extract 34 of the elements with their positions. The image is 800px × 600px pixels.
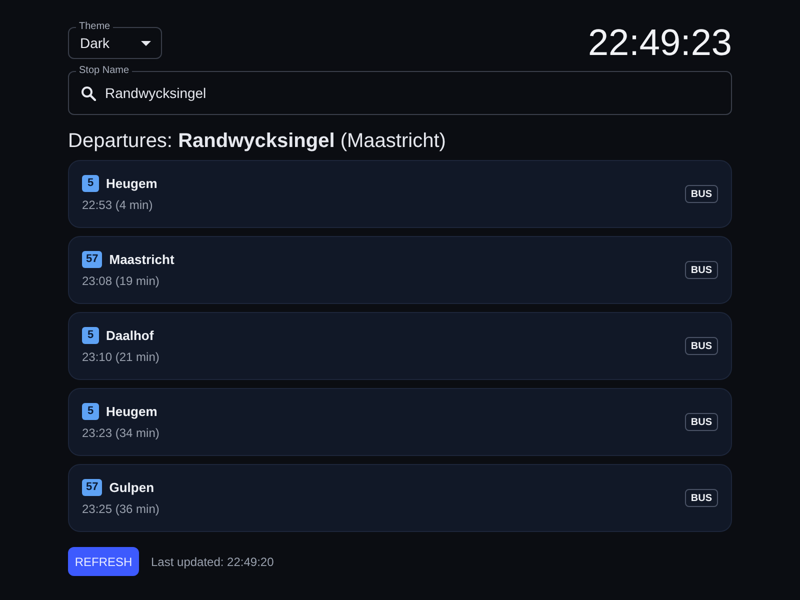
destination: Heugem <box>106 402 158 421</box>
caret-icon <box>141 40 151 46</box>
refresh-button[interactable]: REFRESH <box>68 547 139 576</box>
route-badge: 5 <box>82 327 99 344</box>
departures-heading: Departures: Randwycksingel (Maastricht) <box>68 129 447 154</box>
stop-name-label: Stop Name <box>76 64 132 78</box>
departure-card[interactable]: 57 Maastricht 23:08 (19 min) BUS <box>68 236 732 304</box>
destination: Daalhof <box>106 326 154 345</box>
departure-card[interactable]: 5 Daalhof 23:10 (21 min) BUS <box>68 312 732 380</box>
theme-value: Dark <box>80 34 110 52</box>
destination: Gulpen <box>109 478 154 497</box>
mode-tag: BUS <box>684 185 718 203</box>
departure-time: 22:53 (4 min) <box>82 197 154 214</box>
stop-name-value: Randwycksingel <box>105 84 206 103</box>
last-updated: Last updated: 22:49:20 <box>151 554 274 570</box>
mode-tag: BUS <box>684 337 718 355</box>
search-icon <box>81 86 96 100</box>
route-badge: 57 <box>82 479 102 496</box>
departure-time: 23:08 (19 min) <box>82 273 160 290</box>
departure-card[interactable]: 5 Heugem 22:53 (4 min) BUS <box>68 160 732 228</box>
departure-time: 23:23 (34 min) <box>82 425 160 442</box>
departure-card[interactable]: 5 Heugem 23:23 (34 min) BUS <box>68 388 732 456</box>
departure-time: 23:25 (36 min) <box>82 501 160 518</box>
mode-tag: BUS <box>684 489 718 507</box>
route-badge: 5 <box>82 175 99 192</box>
departure-time: 23:10 (21 min) <box>82 349 160 366</box>
destination: Maastricht <box>109 250 174 269</box>
route-badge: 5 <box>82 403 99 420</box>
mode-tag: BUS <box>684 413 718 431</box>
clock: 22:49:23 <box>588 23 732 63</box>
departure-card[interactable]: 57 Gulpen 23:25 (36 min) BUS <box>68 464 732 532</box>
destination: Heugem <box>106 174 158 193</box>
route-badge: 57 <box>82 251 102 268</box>
mode-tag: BUS <box>684 261 718 279</box>
